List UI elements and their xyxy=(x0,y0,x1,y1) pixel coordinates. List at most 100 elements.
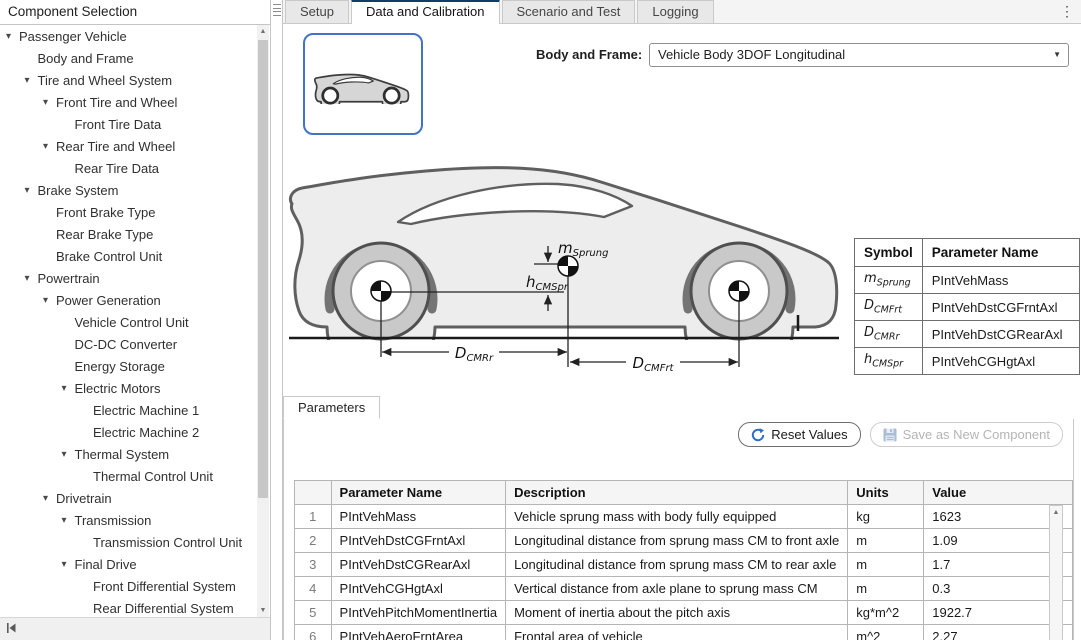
splitter-grip-icon[interactable] xyxy=(273,4,281,16)
tree-item-brake-system[interactable]: ▾Brake System xyxy=(0,179,256,201)
tree-expander-icon[interactable]: ▾ xyxy=(62,559,75,570)
tree-item-tire-and-wheel-system[interactable]: ▾Tire and Wheel System xyxy=(0,69,256,91)
reset-values-button[interactable]: Reset Values xyxy=(738,422,860,447)
param-name-cell: PIntVehMass xyxy=(331,505,506,529)
tree-item-power-generation[interactable]: ▾Power Generation xyxy=(0,289,256,311)
tree-item-energy-storage[interactable]: Energy Storage xyxy=(0,355,256,377)
scroll-up-icon[interactable]: ▲ xyxy=(257,25,269,38)
tree-item-front-differential-system[interactable]: Front Differential System xyxy=(0,575,256,597)
collapse-panel-icon[interactable] xyxy=(6,622,18,637)
tree-item-label: Front Differential System xyxy=(93,579,236,594)
tree-item-rear-tire-data[interactable]: Rear Tire Data xyxy=(0,157,256,179)
tab-setup[interactable]: Setup xyxy=(285,0,349,23)
tree-item-dc-dc-converter[interactable]: DC-DC Converter xyxy=(0,333,256,355)
description-cell: Vehicle sprung mass with body fully equi… xyxy=(506,505,848,529)
tree-expander-icon[interactable]: ▾ xyxy=(62,515,75,526)
tree-item-label: Body and Frame xyxy=(38,51,134,66)
tab-logging[interactable]: Logging xyxy=(637,0,713,23)
tree-item-electric-machine-2[interactable]: Electric Machine 2 xyxy=(0,421,256,443)
param-table-header: Value xyxy=(924,481,1073,505)
scroll-down-icon[interactable]: ▼ xyxy=(257,604,269,617)
tree-expander-icon[interactable]: ▾ xyxy=(62,383,75,394)
table-row: 3PIntVehDstCGRearAxlLongitudinal distanc… xyxy=(295,553,1073,577)
description-cell: Longitudinal distance from sprung mass C… xyxy=(506,553,848,577)
description-cell: Moment of inertia about the pitch axis xyxy=(506,601,848,625)
save-icon xyxy=(883,428,897,442)
tree-expander-icon[interactable]: ▾ xyxy=(43,97,56,108)
tree-item-powertrain[interactable]: ▾Powertrain xyxy=(0,267,256,289)
tree-item-final-drive[interactable]: ▾Final Drive xyxy=(0,553,256,575)
parameters-body: Reset Values Save as New Com xyxy=(283,419,1074,640)
tree-item-transmission[interactable]: ▾Transmission xyxy=(0,509,256,531)
parameter-name-cell: PIntVehDstCGRearAxl xyxy=(922,321,1079,348)
tree-expander-icon[interactable]: ▾ xyxy=(25,185,38,196)
description-cell: Frontal area of vehicle xyxy=(506,625,848,640)
tree-item-drivetrain[interactable]: ▾Drivetrain xyxy=(0,487,256,509)
body-frame-dropdown[interactable]: Vehicle Body 3DOF Longitudinal ▼ xyxy=(649,43,1069,67)
tree-item-thermal-system[interactable]: ▾Thermal System xyxy=(0,443,256,465)
main-panel: SetupData and CalibrationScenario and Te… xyxy=(282,0,1081,640)
tree-item-rear-brake-type[interactable]: Rear Brake Type xyxy=(0,223,256,245)
tree-item-label: Electric Motors xyxy=(75,381,161,396)
tab-data-and-calibration[interactable]: Data and Calibration xyxy=(351,0,500,24)
tree-item-label: Rear Tire Data xyxy=(75,161,160,176)
tab-parameters[interactable]: Parameters xyxy=(283,396,380,419)
tree-expander-icon[interactable]: ▾ xyxy=(43,493,56,504)
tree-expander-icon[interactable]: ▾ xyxy=(43,295,56,306)
tree-item-front-tire-data[interactable]: Front Tire Data xyxy=(0,113,256,135)
tree-item-label: Transmission Control Unit xyxy=(93,535,242,550)
tree-item-passenger-vehicle[interactable]: ▾Passenger Vehicle xyxy=(0,25,256,47)
units-cell: kg*m^2 xyxy=(848,601,924,625)
parameters-panel: Parameters Reset Values xyxy=(283,396,1074,640)
parameters-tabstrip: Parameters xyxy=(283,396,1074,420)
tree-item-thermal-control-unit[interactable]: Thermal Control Unit xyxy=(0,465,256,487)
scroll-up-icon[interactable]: ▲ xyxy=(1050,506,1062,519)
overflow-menu-icon[interactable]: ⋮ xyxy=(1059,2,1075,20)
tree-item-label: Brake Control Unit xyxy=(56,249,162,264)
param-table-header: Units xyxy=(848,481,924,505)
tab-scenario-and-test[interactable]: Scenario and Test xyxy=(502,0,636,23)
panel-footer xyxy=(0,617,270,640)
panel-splitter[interactable] xyxy=(271,0,282,640)
table-row: 2PIntVehDstCGFrntAxlLongitudinal distanc… xyxy=(295,529,1073,553)
scrollbar-thumb[interactable] xyxy=(258,40,268,498)
tree-expander-icon[interactable]: ▾ xyxy=(25,75,38,86)
tree-expander-icon[interactable]: ▾ xyxy=(43,141,56,152)
tree-scrollbar[interactable]: ▲ ▼ xyxy=(257,25,269,617)
table-row: 4PIntVehCGHgtAxlVertical distance from a… xyxy=(295,577,1073,601)
tree-item-body-and-frame[interactable]: Body and Frame xyxy=(0,47,256,69)
tree-item-vehicle-control-unit[interactable]: Vehicle Control Unit xyxy=(0,311,256,333)
save-as-new-component-button[interactable]: Save as New Component xyxy=(870,422,1063,447)
tree-item-electric-machine-1[interactable]: Electric Machine 1 xyxy=(0,399,256,421)
cm-marker-rear-wheel xyxy=(371,281,391,301)
tree-expander-icon[interactable]: ▾ xyxy=(62,449,75,460)
description-cell: Vertical distance from axle plane to spr… xyxy=(506,577,848,601)
tree-item-rear-differential-system[interactable]: Rear Differential System xyxy=(0,597,256,617)
tree-item-label: Electric Machine 2 xyxy=(93,425,199,440)
tree-item-label: Electric Machine 1 xyxy=(93,403,199,418)
tab-bar: SetupData and CalibrationScenario and Te… xyxy=(283,0,1081,24)
param-name-cell: PIntVehDstCGRearAxl xyxy=(331,553,506,577)
units-cell: m xyxy=(848,529,924,553)
tree-item-brake-control-unit[interactable]: Brake Control Unit xyxy=(0,245,256,267)
tree-item-front-brake-type[interactable]: Front Brake Type xyxy=(0,201,256,223)
tree-expander-icon[interactable]: ▾ xyxy=(6,31,19,42)
component-selection-panel: Component Selection ▾Passenger VehicleBo… xyxy=(0,0,271,640)
table-scrollbar[interactable]: ▲ ▼ xyxy=(1049,505,1063,640)
table-row: 1PIntVehMassVehicle sprung mass with bod… xyxy=(295,505,1073,529)
body-frame-label: Body and Frame: xyxy=(536,43,642,67)
body-frame-thumbnail[interactable] xyxy=(303,33,423,135)
tree-item-label: Rear Tire and Wheel xyxy=(56,139,175,154)
description-cell: Longitudinal distance from sprung mass C… xyxy=(506,529,848,553)
symbol-table: SymbolParameter Name mSprungPIntVehMassD… xyxy=(854,238,1080,375)
tree-item-rear-tire-and-wheel[interactable]: ▾Rear Tire and Wheel xyxy=(0,135,256,157)
row-number-cell: 1 xyxy=(295,505,332,529)
param-table-header xyxy=(295,481,332,505)
symbol-table-row: mSprungPIntVehMass xyxy=(855,267,1080,294)
parameters-toolbar: Reset Values Save as New Com xyxy=(738,422,1063,447)
tree-item-front-tire-and-wheel[interactable]: ▾Front Tire and Wheel xyxy=(0,91,256,113)
tree-item-electric-motors[interactable]: ▾Electric Motors xyxy=(0,377,256,399)
tree-item-transmission-control-unit[interactable]: Transmission Control Unit xyxy=(0,531,256,553)
tree-expander-icon[interactable]: ▾ xyxy=(25,273,38,284)
units-cell: m xyxy=(848,577,924,601)
